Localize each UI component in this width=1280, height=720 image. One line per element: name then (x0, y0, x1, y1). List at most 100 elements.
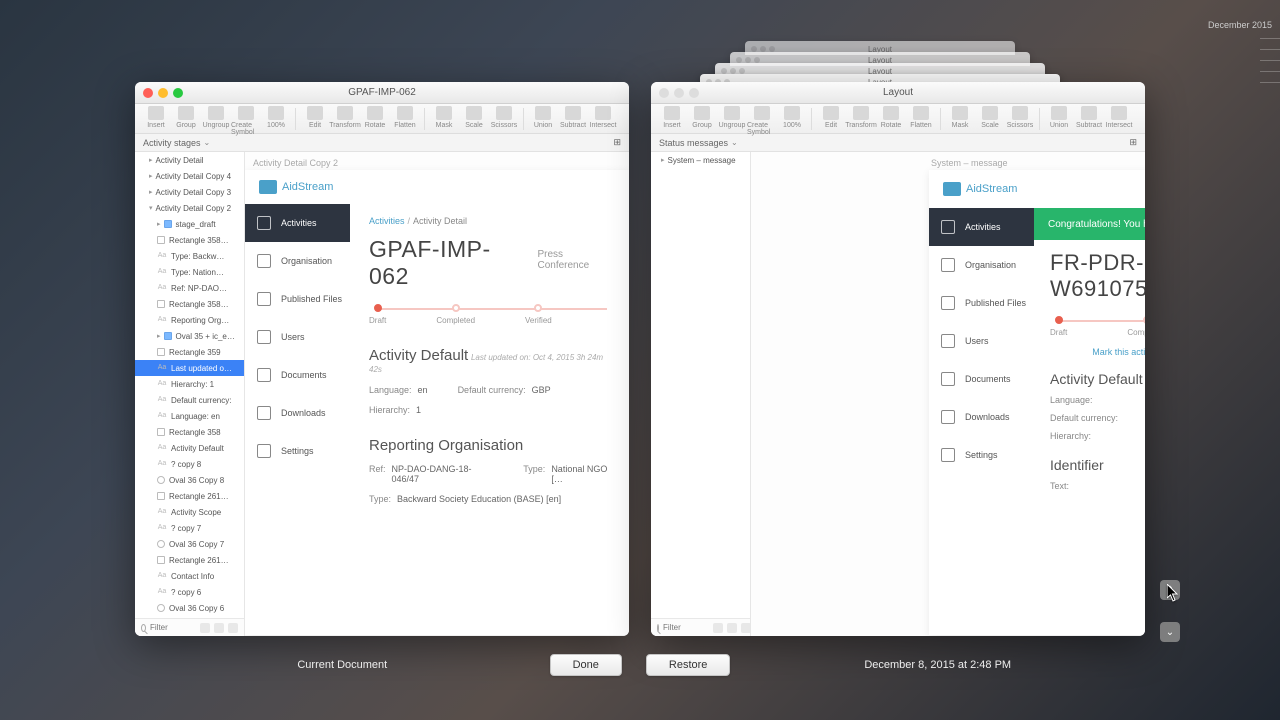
layer-row[interactable]: AaType: Backw… (135, 248, 244, 264)
window-version: Layout InsertGroupUngroupCreate Symbol10… (651, 82, 1145, 636)
nav-downloads[interactable]: Downloads (929, 398, 1034, 436)
toolbar-subtract[interactable]: Subtract (1074, 106, 1104, 129)
close-icon[interactable] (143, 88, 153, 98)
layer-row[interactable]: ▸Activity Detail Copy 4 (135, 168, 244, 184)
toolbar-mask[interactable]: Mask (945, 106, 975, 129)
layer-row[interactable]: AaActivity Default (135, 440, 244, 456)
zoom-icon[interactable] (689, 88, 699, 98)
nav-activities[interactable]: Activities (245, 204, 350, 242)
layer-row[interactable]: AaContact Info (135, 568, 244, 584)
layer-row[interactable]: Rectangle 261… (135, 488, 244, 504)
toolbar-transform[interactable]: Transform (330, 106, 360, 129)
panel-toggle-icon[interactable]: ⊞ (613, 137, 621, 148)
canvas[interactable]: Activity Detail Copy 2 AidStream Activit… (245, 152, 629, 636)
layer-row[interactable]: Rectangle 261… (135, 552, 244, 568)
layer-row[interactable]: Oval 36 Copy 7 (135, 536, 244, 552)
layer-row[interactable]: ▸System – message (651, 152, 750, 168)
toolbar: InsertGroupUngroupCreate Symbol100% EditT… (651, 104, 1145, 134)
mark-completed-link[interactable]: Mark this activity as Completed (1050, 347, 1145, 357)
toolbar-edit[interactable]: Edit (300, 106, 330, 129)
toolbar-rotate[interactable]: Rotate (360, 106, 390, 129)
layer-row[interactable]: ▸Oval 35 + ic_e… (135, 328, 244, 344)
layer-row[interactable]: ▸Activity Detail Copy 3 (135, 184, 244, 200)
layer-row[interactable]: Rectangle 359 (135, 344, 244, 360)
nav-settings[interactable]: Settings (929, 436, 1034, 474)
layer-row[interactable]: Rectangle 358… (135, 296, 244, 312)
toolbar-flatten[interactable]: Flatten (390, 106, 420, 129)
toolbar-subtract[interactable]: Subtract (558, 106, 588, 129)
toolbar-union[interactable]: Union (1044, 106, 1074, 129)
nav-users[interactable]: Users (929, 322, 1034, 360)
nav-organisation[interactable]: Organisation (245, 242, 350, 280)
toolbar-100%[interactable]: 100% (261, 106, 291, 129)
nav-organisation[interactable]: Organisation (929, 246, 1034, 284)
layer-row[interactable]: ▾Activity Detail Copy 2 (135, 200, 244, 216)
toolbar-scale[interactable]: Scale (459, 106, 489, 129)
stacked-version[interactable]: Layout (730, 52, 1030, 66)
close-icon[interactable] (659, 88, 669, 98)
toolbar-scissors[interactable]: Scissors (1005, 106, 1035, 129)
nav-users[interactable]: Users (245, 318, 350, 356)
layer-row[interactable]: AaLast updated o… (135, 360, 244, 376)
panel-toggle-icon[interactable]: ⊞ (1129, 137, 1137, 148)
restore-button[interactable]: Restore (646, 654, 731, 676)
toolbar-union[interactable]: Union (528, 106, 558, 129)
prev-version-button[interactable]: ⌃ (1160, 580, 1180, 600)
toolbar-ungroup[interactable]: Ungroup (201, 106, 231, 129)
toolbar-rotate[interactable]: Rotate (876, 106, 906, 129)
filter-input[interactable] (150, 623, 200, 632)
nav-published-files[interactable]: Published Files (245, 280, 350, 318)
layer-row[interactable]: AaType: Nation… (135, 264, 244, 280)
window-current: GPAF-IMP-062 InsertGroupUngroupCreate Sy… (135, 82, 629, 636)
layer-row[interactable]: ▸Activity Detail (135, 152, 244, 168)
current-doc-label: Current Document (135, 659, 550, 671)
layers-panel: ▸Activity Detail▸Activity Detail Copy 4▸… (135, 152, 245, 636)
layer-row[interactable]: AaLanguage: en (135, 408, 244, 424)
layer-row[interactable]: Aa? copy 6 (135, 584, 244, 600)
canvas[interactable]: System – message AidStream ActivitiesOrg… (751, 152, 1145, 636)
zoom-icon[interactable] (173, 88, 183, 98)
pages-dropdown[interactable]: Activity stages⌄ ⊞ (135, 134, 629, 152)
minimize-icon[interactable] (158, 88, 168, 98)
layer-row[interactable]: Rectangle 358 (135, 424, 244, 440)
nav-settings[interactable]: Settings (245, 432, 350, 470)
layer-row[interactable]: Oval 36 Copy 8 (135, 472, 244, 488)
toolbar-intersect[interactable]: Intersect (588, 106, 618, 129)
layer-row[interactable]: AaHierarchy: 1 (135, 376, 244, 392)
toolbar-edit[interactable]: Edit (816, 106, 846, 129)
nav-published-files[interactable]: Published Files (929, 284, 1034, 322)
nav-downloads[interactable]: Downloads (245, 394, 350, 432)
filter-input[interactable] (663, 623, 713, 632)
next-version-button[interactable]: ⌄ (1160, 622, 1180, 642)
stacked-version[interactable]: Layout (745, 41, 1015, 55)
toolbar-scale[interactable]: Scale (975, 106, 1005, 129)
toolbar-create-symbol[interactable]: Create Symbol (231, 106, 261, 136)
done-button[interactable]: Done (550, 654, 622, 676)
toolbar-intersect[interactable]: Intersect (1104, 106, 1134, 129)
minimize-icon[interactable] (674, 88, 684, 98)
nav-documents[interactable]: Documents (245, 356, 350, 394)
layer-row[interactable]: AaRef: NP-DAO… (135, 280, 244, 296)
pages-dropdown[interactable]: Status messages⌄ ⊞ (651, 134, 1145, 152)
toolbar-insert[interactable]: Insert (141, 106, 171, 129)
layer-row[interactable]: AaDefault currency: (135, 392, 244, 408)
layer-row[interactable]: Aa? copy 8 (135, 456, 244, 472)
nav-activities[interactable]: Activities (929, 208, 1034, 246)
layer-row[interactable]: ▸stage_draft (135, 216, 244, 232)
toolbar-ungroup[interactable]: Ungroup (717, 106, 747, 129)
toolbar-scissors[interactable]: Scissors (489, 106, 519, 129)
layer-row[interactable]: Oval 36 Copy 6 (135, 600, 244, 616)
toolbar-group[interactable]: Group (171, 106, 201, 129)
layer-row[interactable]: Rectangle 358… (135, 232, 244, 248)
toolbar-transform[interactable]: Transform (846, 106, 876, 129)
toolbar-create-symbol[interactable]: Create Symbol (747, 106, 777, 136)
layer-row[interactable]: Aa? copy 7 (135, 520, 244, 536)
toolbar-group[interactable]: Group (687, 106, 717, 129)
layer-row[interactable]: AaActivity Scope (135, 504, 244, 520)
layer-row[interactable]: AaReporting Org… (135, 312, 244, 328)
toolbar-insert[interactable]: Insert (657, 106, 687, 129)
toolbar-100%[interactable]: 100% (777, 106, 807, 129)
nav-documents[interactable]: Documents (929, 360, 1034, 398)
toolbar-mask[interactable]: Mask (429, 106, 459, 129)
toolbar-flatten[interactable]: Flatten (906, 106, 936, 129)
